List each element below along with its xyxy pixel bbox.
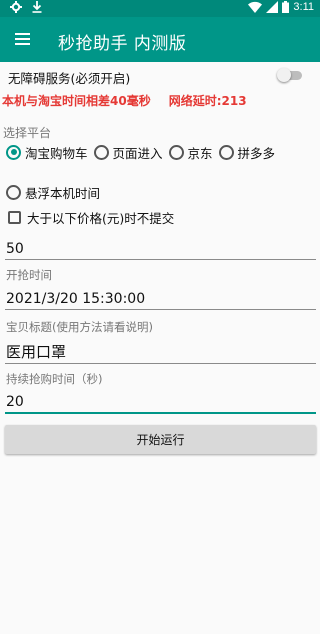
price-limit-checkbox[interactable]: 大于以下价格(元)时不提交 — [8, 208, 174, 227]
duration-input[interactable]: 20 — [5, 392, 316, 414]
wifi-icon — [248, 1, 263, 13]
start-run-button[interactable]: 开始运行 — [5, 425, 316, 454]
price-input[interactable]: 50 — [5, 238, 316, 260]
download-icon — [32, 1, 42, 13]
start-time-hint: 开抢时间 — [6, 268, 52, 282]
settings-icon — [10, 1, 22, 13]
radio-page-enter[interactable]: 页面进入 — [93, 143, 163, 162]
radio-button — [93, 144, 109, 160]
duration-hint: 持续抢购时间（秒) — [6, 372, 103, 386]
radio-label: 京东 — [187, 145, 213, 161]
checkbox — [8, 211, 21, 224]
accessibility-toggle[interactable] — [277, 68, 303, 82]
toggle-thumb — [277, 68, 291, 82]
float-time-label: 悬浮本机时间 — [25, 186, 101, 201]
signal-icon — [266, 1, 279, 13]
price-limit-label: 大于以下价格(元)时不提交 — [27, 211, 175, 226]
time-info: 本机与淘宝时间相差40毫秒 网络延时:213 — [2, 92, 247, 109]
radio-label: 页面进入 — [112, 145, 163, 161]
radio-label: 拼多多 — [237, 145, 276, 161]
radio-label: 淘宝购物车 — [25, 145, 88, 161]
latency-text: 网络延时:213 — [168, 94, 247, 108]
radio-button — [6, 185, 21, 200]
battery-icon — [282, 1, 290, 13]
accessibility-label: 无障碍服务(必须开启) — [8, 71, 131, 86]
app-bar: 秒抢助手 内测版 — [0, 17, 320, 62]
item-title-hint: 宝贝标题(使用方法请看说明) — [6, 320, 153, 334]
time-diff-text: 本机与淘宝时间相差40毫秒 — [2, 94, 151, 108]
platform-radio-group: 淘宝购物车 页面进入 京东 拼多多 — [6, 143, 281, 161]
app-title: 秒抢助手 内测版 — [58, 34, 187, 54]
radio-button — [218, 144, 234, 160]
status-bar: 3:11 — [0, 0, 320, 17]
platform-label: 选择平台 — [3, 126, 52, 140]
radio-taobao-cart[interactable]: 淘宝购物车 — [6, 143, 88, 162]
start-time-input[interactable]: 2021/3/20 15:30:00 — [5, 288, 316, 310]
float-time-radio[interactable]: 悬浮本机时间 — [6, 183, 100, 202]
item-title-input[interactable]: 医用口罩 — [5, 340, 316, 364]
status-time: 3:11 — [293, 1, 314, 13]
radio-button — [6, 144, 21, 160]
radio-jd[interactable]: 京东 — [168, 143, 213, 162]
menu-icon[interactable] — [12, 28, 36, 50]
radio-pinduoduo[interactable]: 拼多多 — [218, 143, 276, 162]
radio-button — [168, 144, 184, 160]
